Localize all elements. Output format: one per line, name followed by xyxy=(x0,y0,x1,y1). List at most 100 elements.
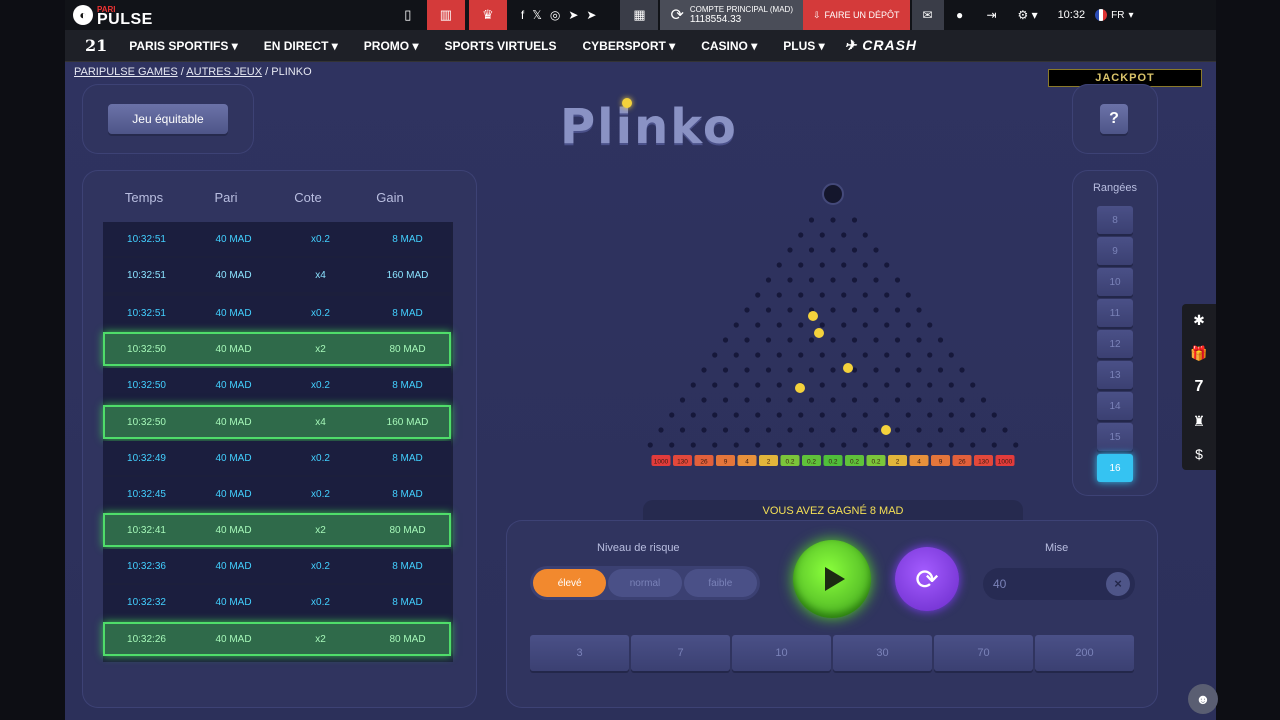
rows-option-16[interactable]: 16 xyxy=(1097,454,1133,482)
peg xyxy=(937,427,944,433)
peg xyxy=(733,352,739,358)
chip-200[interactable]: 200 xyxy=(1035,635,1134,671)
language-selector[interactable]: FR ▾ xyxy=(1095,9,1133,21)
peg xyxy=(679,427,686,433)
help-button[interactable]: ? xyxy=(1100,104,1128,134)
breadcrumb-paripulse-games[interactable]: PARIPULSE GAMES xyxy=(74,66,178,78)
bug-icon[interactable]: ✱ xyxy=(1193,312,1205,329)
risk-high-button[interactable]: élevé xyxy=(533,569,607,597)
flag-icon xyxy=(1095,9,1108,21)
gift-icon[interactable]: 🎁 xyxy=(1190,345,1207,362)
multiplier-label: 0.2 xyxy=(871,459,880,466)
deposit-button[interactable]: ⇩ FAIRE UN DÉPÔT xyxy=(803,0,910,30)
peg xyxy=(841,262,847,268)
mail-icon[interactable]: ✉ xyxy=(911,0,944,30)
seven-icon[interactable]: 7 xyxy=(1195,378,1204,396)
peg xyxy=(765,397,772,403)
history-cell-win: 8 MAD xyxy=(392,452,423,464)
fair-game-button[interactable]: Jeu équitable xyxy=(108,104,228,134)
chip-10[interactable]: 10 xyxy=(732,635,831,671)
nav-sports-virtuels[interactable]: SPORTS VIRTUELS xyxy=(444,39,556,53)
multiplier-label: 130 xyxy=(978,459,989,466)
top-bar: ◐ PARI PULSE ▯ ▥ ♛ f 𝕏 ◎ ➤ ➤ ▦ ⟳ COMPTE … xyxy=(65,0,1216,30)
trophy-icon[interactable]: ♛ xyxy=(468,0,507,30)
peg xyxy=(959,367,965,373)
peg xyxy=(733,442,739,448)
mobile-icon[interactable]: ▯ xyxy=(393,0,423,30)
refresh-icon[interactable]: ⟳ xyxy=(670,5,683,25)
peg xyxy=(722,427,729,433)
x-icon[interactable]: 𝕏 xyxy=(532,8,542,22)
rows-option-11[interactable]: 11 xyxy=(1097,299,1133,327)
facebook-icon[interactable]: f xyxy=(521,8,524,22)
nav-plus[interactable]: PLUS ▾ xyxy=(783,39,824,53)
peg xyxy=(980,397,987,403)
nav-logo[interactable]: 21 xyxy=(85,36,107,55)
peg xyxy=(851,427,858,433)
chip-70[interactable]: 70 xyxy=(934,635,1033,671)
settings-icon[interactable]: ⚙ ▾ xyxy=(1008,0,1048,30)
rows-option-14[interactable]: 14 xyxy=(1097,392,1133,420)
nav-paris-sportifs[interactable]: PARIS SPORTIFS ▾ xyxy=(129,39,237,53)
header-win: Gain xyxy=(376,190,404,205)
peg xyxy=(894,367,901,373)
chat-icon[interactable]: ☻ xyxy=(1188,684,1218,714)
peg xyxy=(948,352,954,358)
peg xyxy=(927,322,933,328)
account-balance[interactable]: ⟳ COMPTE PRINCIPAL (MAD) 1118554.33 xyxy=(660,0,803,30)
rows-option-13[interactable]: 13 xyxy=(1097,361,1133,389)
nav-en-direct[interactable]: EN DIRECT ▾ xyxy=(264,39,338,53)
main-nav: 21 PARIS SPORTIFS ▾ EN DIRECT ▾ PROMO ▾ … xyxy=(65,30,1216,62)
rows-option-10[interactable]: 10 xyxy=(1097,268,1133,296)
peg xyxy=(980,427,987,433)
multiplier-label: 1000 xyxy=(998,459,1013,466)
multiplier-slot: 0.2 xyxy=(780,455,800,466)
user-icon[interactable]: ● xyxy=(944,0,976,30)
risk-selector: élevé normal faible xyxy=(530,566,760,600)
clear-stake-button[interactable]: × xyxy=(1106,572,1130,596)
nav-casino[interactable]: CASINO ▾ xyxy=(701,39,757,53)
peg xyxy=(690,442,696,448)
instagram-icon[interactable]: ◎ xyxy=(550,8,560,22)
nav-promo[interactable]: PROMO ▾ xyxy=(364,39,419,53)
risk-normal-button[interactable]: normal xyxy=(608,569,682,597)
play-button[interactable] xyxy=(793,540,871,618)
rows-option-15[interactable]: 15 xyxy=(1097,423,1133,451)
peg xyxy=(830,217,836,223)
nav-crash[interactable]: ✈ CRASH xyxy=(845,37,917,54)
trophy-icon[interactable]: ♜ xyxy=(1193,413,1206,430)
rows-option-9[interactable]: 9 xyxy=(1097,237,1133,265)
history-cell-odds: x0.2 xyxy=(311,452,330,464)
dollar-icon[interactable]: $ xyxy=(1195,446,1203,462)
clock[interactable]: 10:32 xyxy=(1048,9,1096,21)
peg xyxy=(927,412,933,418)
brand-logo[interactable]: ◐ PARI PULSE xyxy=(73,5,153,28)
chip-3[interactable]: 3 xyxy=(530,635,629,671)
multiplier-label: 0.2 xyxy=(828,459,837,466)
risk-low-button[interactable]: faible xyxy=(683,569,757,597)
stats-icon[interactable]: ▥ xyxy=(426,0,465,30)
history-list[interactable]: 10:32:51 40 MAD x0.2 8 MAD 10:32:51 40 MAD x4 1… xyxy=(103,222,453,662)
telegram-icon[interactable]: ➤ xyxy=(568,8,578,22)
rows-option-12[interactable]: 12 xyxy=(1097,330,1133,358)
peg xyxy=(927,442,933,448)
qr-code-icon[interactable]: ▦ xyxy=(620,0,659,30)
peg xyxy=(862,232,868,238)
telegram-alt-icon[interactable]: ➤ xyxy=(586,8,596,22)
chip-30[interactable]: 30 xyxy=(833,635,932,671)
rows-option-8[interactable]: 8 xyxy=(1097,206,1133,234)
peg xyxy=(819,352,825,358)
breadcrumb-autres-jeux[interactable]: AUTRES JEUX xyxy=(186,66,262,78)
chip-7[interactable]: 7 xyxy=(631,635,730,671)
peg xyxy=(894,337,901,343)
history-cell-win: 160 MAD xyxy=(386,269,429,281)
history-row: 10:32:51 40 MAD x0.2 8 MAD xyxy=(103,296,451,330)
nav-cybersport[interactable]: CYBERSPORT ▾ xyxy=(583,39,676,53)
history-cell-odds: x2 xyxy=(315,343,326,355)
history-cell-odds: x2 xyxy=(315,524,326,536)
autoplay-button[interactable]: ⟳ xyxy=(895,547,959,611)
logout-icon[interactable]: ⇥ xyxy=(976,0,1008,30)
history-cell-win: 160 MAD xyxy=(386,416,429,428)
peg xyxy=(970,382,976,388)
peg xyxy=(808,427,815,433)
